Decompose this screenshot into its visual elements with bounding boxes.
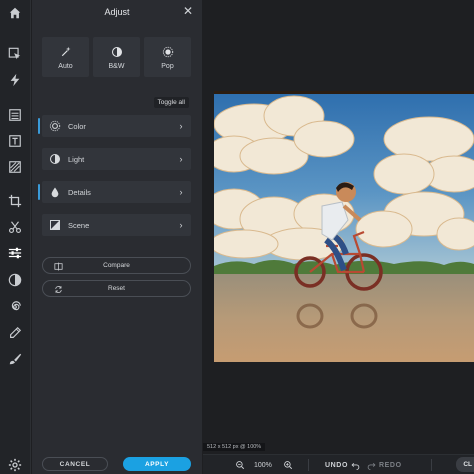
preset-label: Pop	[161, 62, 174, 70]
section-label: Scene	[68, 220, 90, 230]
preset-label: B&W	[108, 62, 125, 70]
section-color[interactable]: Color ›	[38, 115, 191, 137]
adjust-panel: Adjust ✕ Auto B&W Pop Toggle all Color ›…	[32, 0, 202, 474]
undo-label: UNDO	[325, 461, 349, 469]
bottom-toolbar: 100% UNDO REDO CL	[203, 454, 474, 474]
redo-icon	[367, 462, 376, 470]
cancel-button[interactable]: CANCEL	[42, 457, 108, 471]
editor-canvas: 512 x 512 px @ 100%	[203, 0, 474, 451]
section-light[interactable]: Light ›	[42, 148, 191, 170]
light-contrast-icon	[48, 152, 62, 166]
layers-icon[interactable]	[6, 106, 24, 124]
reset-label: Reset	[108, 285, 125, 292]
panel-header: Adjust ✕	[32, 0, 202, 24]
settings-gear-icon[interactable]	[6, 456, 24, 474]
preset-bw-button[interactable]: B&W	[93, 37, 140, 77]
filter-icon[interactable]	[6, 271, 24, 289]
zoom-level[interactable]: 100%	[254, 455, 272, 474]
chevron-right-icon: ›	[179, 154, 183, 164]
lightning-icon[interactable]	[6, 71, 24, 89]
divider	[308, 459, 309, 471]
texture-icon[interactable]	[6, 158, 24, 176]
section-label: Details	[68, 187, 91, 197]
brush-icon[interactable]	[6, 350, 24, 368]
active-marker	[38, 118, 40, 134]
photo-editor: Adjust ✕ Auto B&W Pop Toggle all Color ›…	[0, 0, 474, 474]
painting-boy-on-bicycle	[214, 94, 474, 362]
redo-label: REDO	[379, 461, 402, 469]
magic-wand-icon	[59, 45, 73, 59]
undo-icon	[351, 462, 360, 470]
reset-button[interactable]: Reset	[42, 280, 191, 297]
zoom-in-icon[interactable]	[283, 455, 293, 474]
tool-rail	[0, 0, 31, 474]
section-scene[interactable]: Scene ›	[42, 214, 191, 236]
select-arrow-icon[interactable]	[6, 45, 24, 63]
compare-button[interactable]: Compare	[42, 257, 191, 274]
panel-footer: CANCEL APPLY	[32, 454, 202, 474]
preset-pop-button[interactable]: Pop	[144, 37, 191, 77]
droplet-icon	[48, 185, 62, 199]
home-icon[interactable]	[6, 4, 24, 22]
apply-button[interactable]: APPLY	[123, 457, 191, 471]
active-marker	[38, 184, 40, 200]
scene-icon	[48, 218, 62, 232]
contrast-icon	[110, 45, 124, 59]
pencil-icon[interactable]	[6, 324, 24, 342]
swirl-icon[interactable]	[6, 298, 24, 316]
toggle-all-button[interactable]: Toggle all	[153, 97, 189, 108]
text-icon[interactable]	[6, 132, 24, 150]
preset-label: Auto	[58, 62, 73, 70]
chevron-right-icon: ›	[179, 121, 183, 131]
crop-icon[interactable]	[6, 192, 24, 210]
adjust-sliders-icon[interactable]	[6, 244, 24, 262]
preset-group: Auto B&W Pop	[42, 37, 191, 77]
image-size-readout: 512 x 512 px @ 100%	[203, 443, 266, 451]
undo-button[interactable]: UNDO	[325, 455, 360, 474]
panel-title: Adjust	[104, 7, 130, 17]
close-icon[interactable]: ✕	[181, 4, 195, 18]
divider	[431, 459, 432, 471]
color-sun-icon	[48, 119, 62, 133]
redo-button[interactable]: REDO	[367, 455, 402, 474]
edited-photo[interactable]	[214, 94, 474, 362]
reset-icon	[53, 284, 63, 294]
section-label: Color	[68, 121, 86, 131]
section-label: Light	[68, 154, 85, 164]
preset-auto-button[interactable]: Auto	[42, 37, 89, 77]
compare-icon	[53, 261, 63, 271]
compare-label: Compare	[103, 262, 130, 269]
photo-frame	[214, 91, 474, 362]
chevron-right-icon: ›	[179, 187, 183, 197]
chevron-right-icon: ›	[179, 220, 183, 230]
section-details[interactable]: Details ›	[38, 181, 191, 203]
zoom-out-icon[interactable]	[235, 455, 245, 474]
scissors-icon[interactable]	[6, 218, 24, 236]
sun-icon	[161, 45, 175, 59]
close-image-button[interactable]: CL	[456, 457, 474, 472]
